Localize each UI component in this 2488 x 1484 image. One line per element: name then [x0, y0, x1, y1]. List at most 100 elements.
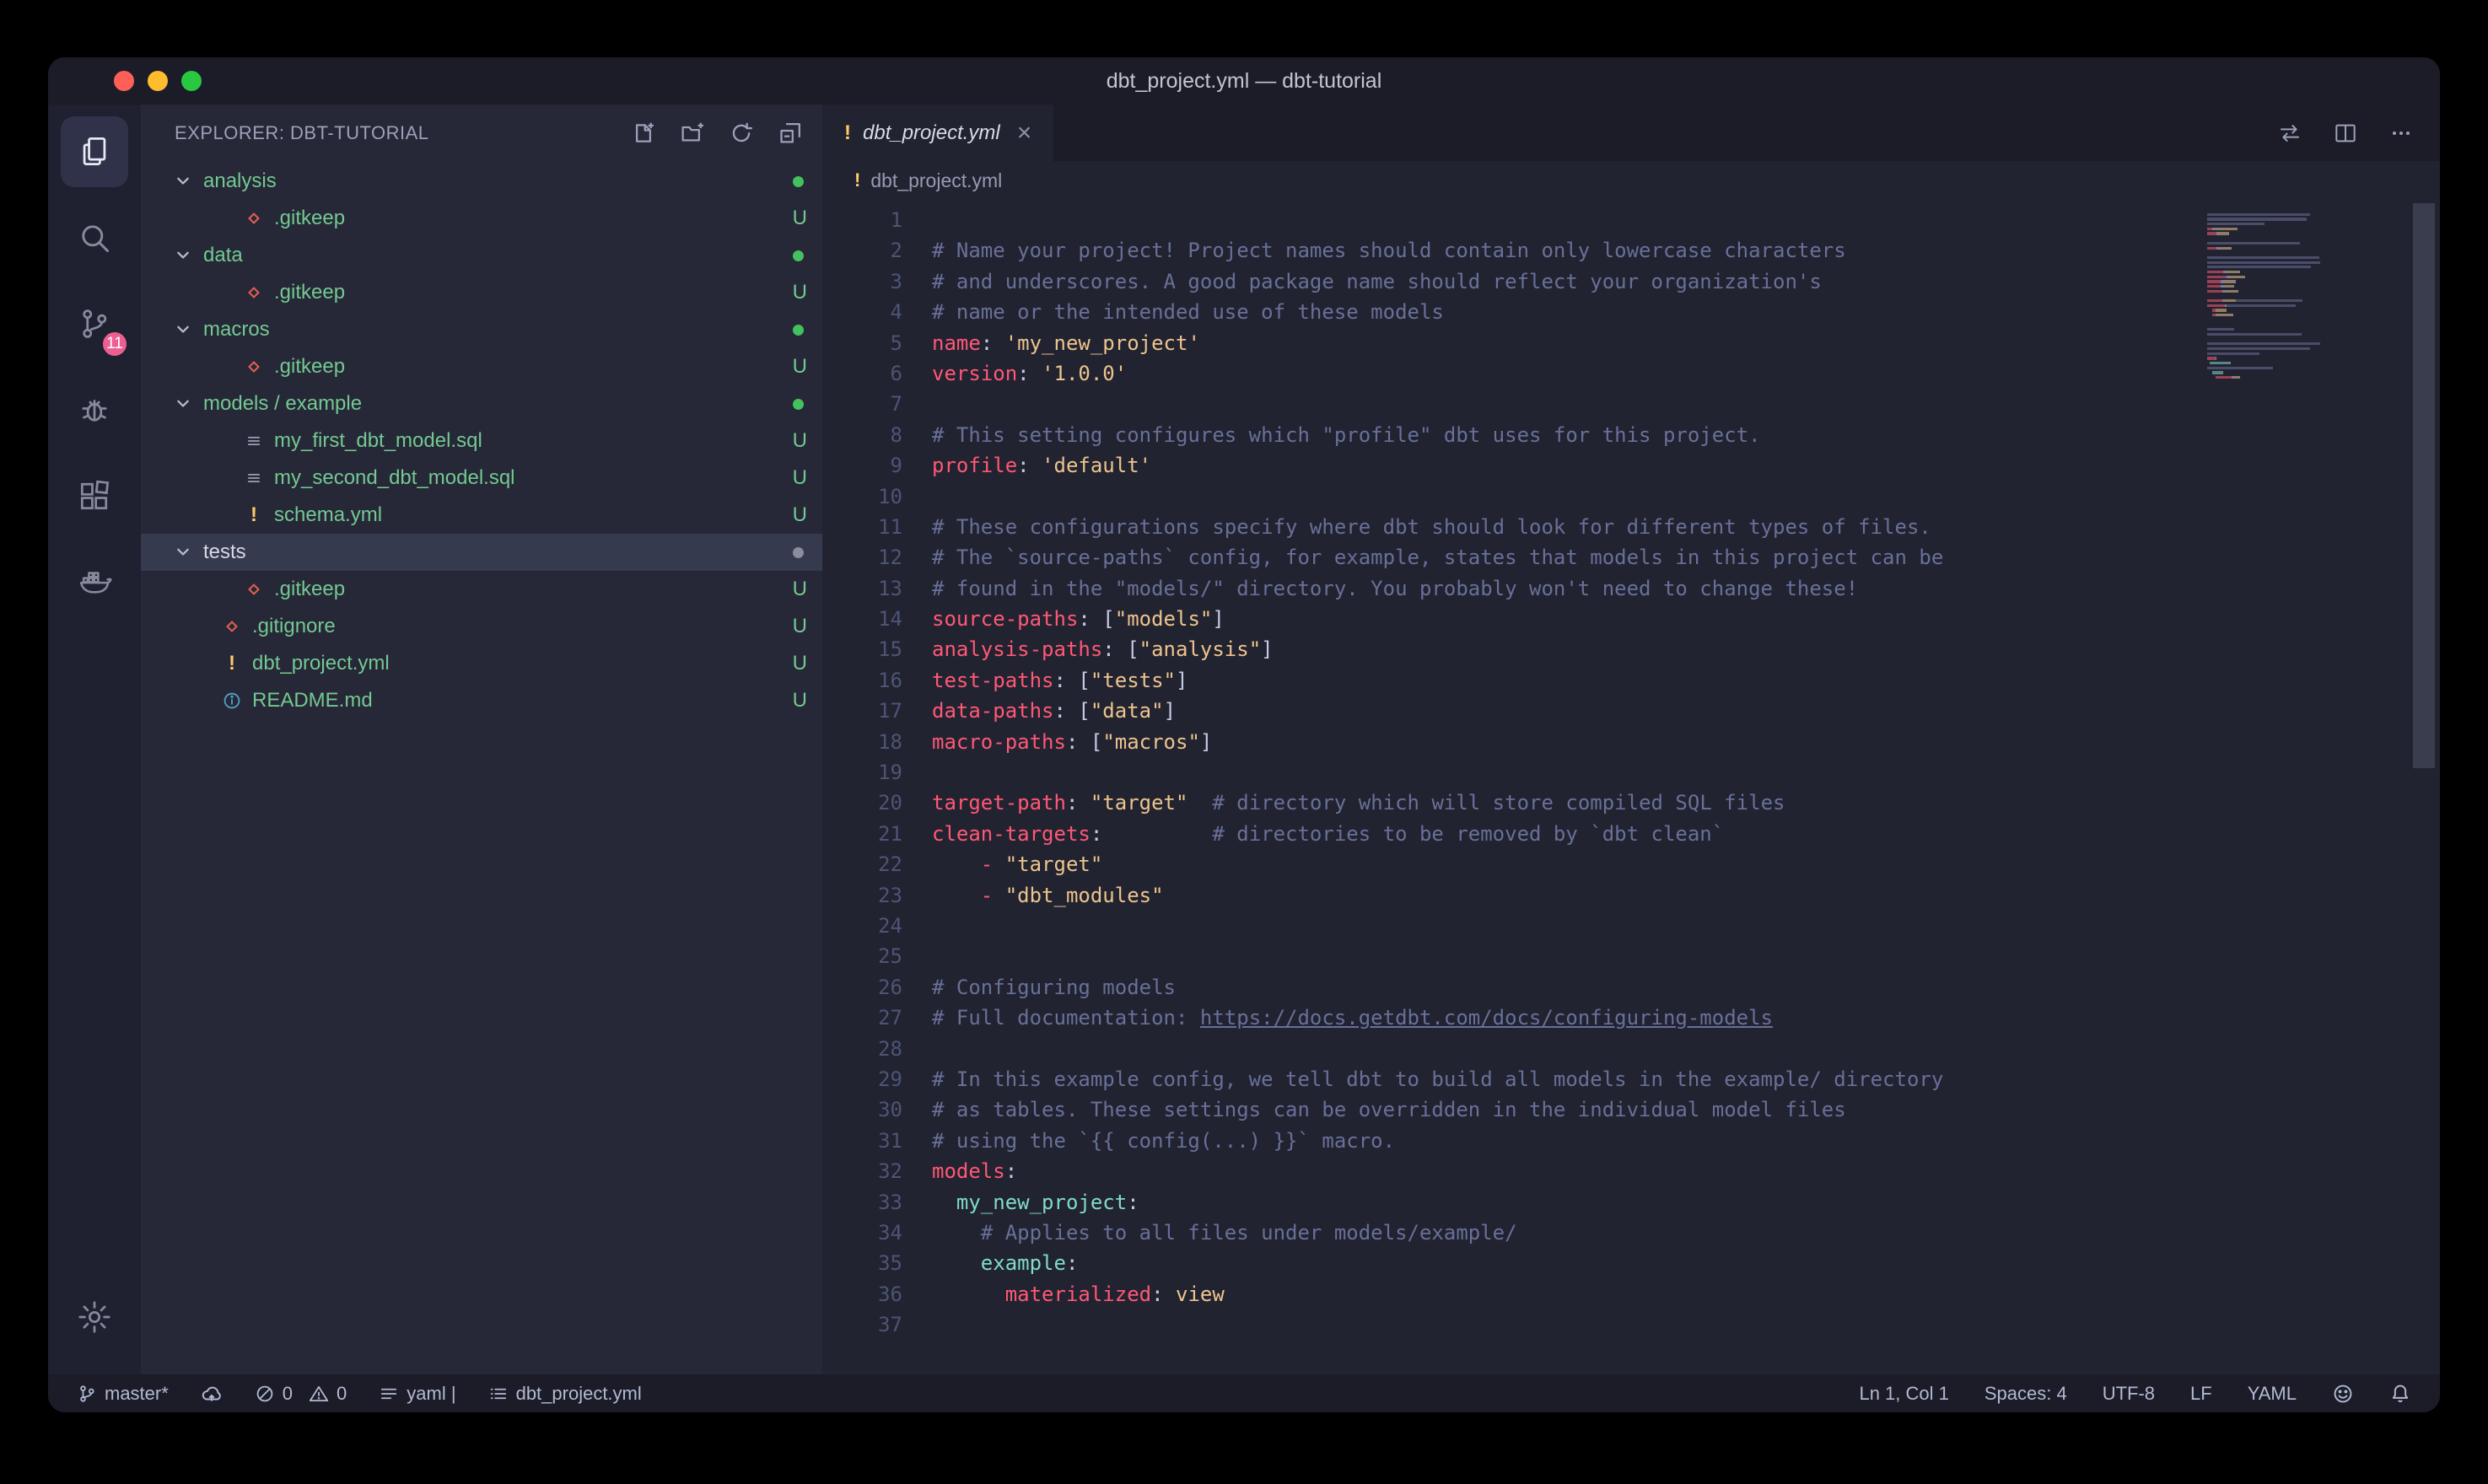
code-text: macro-paths: ["macros"]: [932, 727, 1212, 757]
code-line-25[interactable]: 25: [822, 941, 2440, 971]
git-file-icon: [240, 580, 267, 599]
code-line-19[interactable]: 19: [822, 757, 2440, 788]
line-number: 32: [822, 1156, 902, 1186]
code-line-8[interactable]: 8# This setting configures which "profil…: [822, 420, 2440, 450]
code-line-9[interactable]: 9profile: 'default': [822, 450, 2440, 481]
tree-item-dbt-project-yml[interactable]: !dbt_project.ymlU: [141, 645, 822, 682]
tree-item-gitkeep[interactable]: .gitkeepU: [141, 274, 822, 311]
active-file-status[interactable]: dbt_project.yml: [488, 1383, 642, 1405]
code-line-2[interactable]: 2# Name your project! Project names shou…: [822, 235, 2440, 266]
code-text: # Applies to all files under models/exam…: [932, 1218, 1517, 1248]
code-line-27[interactable]: 27# Full documentation: https://docs.get…: [822, 1003, 2440, 1033]
split-editor-icon[interactable]: [2332, 120, 2359, 147]
code-line-33[interactable]: 33 my_new_project:: [822, 1187, 2440, 1218]
breadcrumb[interactable]: ! dbt_project.yml: [822, 161, 2440, 200]
code-line-34[interactable]: 34 # Applies to all files under models/e…: [822, 1218, 2440, 1248]
code-line-36[interactable]: 36 materialized: view: [822, 1279, 2440, 1309]
tree-item-data[interactable]: data: [141, 237, 822, 274]
code-line-15[interactable]: 15analysis-paths: ["analysis"]: [822, 634, 2440, 664]
tree-item-gitignore[interactable]: .gitignoreU: [141, 608, 822, 645]
tree-item-readme-md[interactable]: README.mdU: [141, 682, 822, 719]
tree-item-gitkeep[interactable]: .gitkeepU: [141, 348, 822, 385]
code-line-23[interactable]: 23 - "dbt_modules": [822, 880, 2440, 911]
sidebar-explorer: EXPLORER: DBT-TUTORIAL analys: [141, 105, 822, 1374]
code-line-30[interactable]: 30# as tables. These settings can be ove…: [822, 1094, 2440, 1125]
extensions-activity-button[interactable]: [61, 460, 128, 531]
code-line-6[interactable]: 6version: '1.0.0': [822, 358, 2440, 389]
code-line-32[interactable]: 32models:: [822, 1156, 2440, 1186]
problems-status[interactable]: 0 0: [255, 1383, 347, 1405]
code-line-1[interactable]: 1: [822, 205, 2440, 235]
new-file-icon[interactable]: [630, 120, 657, 147]
code-line-24[interactable]: 24: [822, 911, 2440, 941]
code-line-5[interactable]: 5name: 'my_new_project': [822, 328, 2440, 358]
editor-scrollbar[interactable]: [2413, 203, 2435, 768]
code-line-20[interactable]: 20target-path: "target" # directory whic…: [822, 788, 2440, 818]
breadcrumb-filename[interactable]: dbt_project.yml: [870, 169, 1002, 192]
tree-item-label: .gitkeep: [274, 281, 345, 304]
code-line-4[interactable]: 4# name or the intended use of these mod…: [822, 297, 2440, 327]
open-changes-icon[interactable]: [2276, 120, 2303, 147]
language-mode[interactable]: YAML: [2248, 1383, 2297, 1405]
code-line-37[interactable]: 37: [822, 1309, 2440, 1340]
line-number: 35: [822, 1248, 902, 1278]
eol-status[interactable]: LF: [2190, 1383, 2212, 1405]
code-line-14[interactable]: 14source-paths: ["models"]: [822, 604, 2440, 634]
tree-item-my-second-dbt-model-sql[interactable]: my_second_dbt_model.sqlU: [141, 460, 822, 497]
tree-item-tests[interactable]: tests: [141, 534, 822, 571]
code-line-31[interactable]: 31# using the `{{ config(...) }}` macro.: [822, 1126, 2440, 1156]
indentation-status[interactable]: Spaces: 4: [1984, 1383, 2067, 1405]
code-line-28[interactable]: 28: [822, 1034, 2440, 1064]
code-line-22[interactable]: 22 - "target": [822, 849, 2440, 879]
code-line-29[interactable]: 29# In this example config, we tell dbt …: [822, 1064, 2440, 1094]
code-line-3[interactable]: 3# and underscores. A good package name …: [822, 266, 2440, 297]
tree-item-gitkeep[interactable]: .gitkeepU: [141, 200, 822, 237]
code-line-10[interactable]: 10: [822, 481, 2440, 512]
code-line-12[interactable]: 12# The `source-paths` config, for examp…: [822, 542, 2440, 573]
cursor-position[interactable]: Ln 1, Col 1: [1859, 1383, 1948, 1405]
git-branch-status[interactable]: master*: [77, 1383, 169, 1405]
code-line-7[interactable]: 7: [822, 389, 2440, 419]
close-tab-icon[interactable]: ×: [1012, 121, 1032, 146]
tree-item-gitkeep[interactable]: .gitkeepU: [141, 571, 822, 608]
tree-item-models-example[interactable]: models / example: [141, 385, 822, 422]
code-line-16[interactable]: 16test-paths: ["tests"]: [822, 665, 2440, 696]
zoom-window-button[interactable]: [181, 71, 202, 91]
docker-activity-button[interactable]: [61, 546, 128, 617]
line-number: 31: [822, 1126, 902, 1156]
debug-activity-button[interactable]: [61, 374, 128, 445]
yaml-language-status[interactable]: yaml |: [379, 1383, 455, 1405]
new-folder-icon[interactable]: [679, 120, 706, 147]
close-window-button[interactable]: [114, 71, 134, 91]
tree-item-my-first-dbt-model-sql[interactable]: my_first_dbt_model.sqlU: [141, 422, 822, 460]
code-line-11[interactable]: 11# These configurations specify where d…: [822, 512, 2440, 542]
refresh-icon[interactable]: [728, 120, 755, 147]
explorer-activity-button[interactable]: [61, 116, 128, 187]
line-number: 22: [822, 849, 902, 879]
minimize-window-button[interactable]: [148, 71, 168, 91]
notifications-bell-icon[interactable]: [2389, 1383, 2411, 1405]
tree-item-analysis[interactable]: analysis: [141, 163, 822, 200]
tab-dbt-project-yml[interactable]: ! dbt_project.yml ×: [822, 105, 1053, 161]
minimap[interactable]: [2207, 208, 2401, 385]
publish-changes-status[interactable]: [201, 1383, 223, 1405]
code-line-35[interactable]: 35 example:: [822, 1248, 2440, 1278]
collapse-all-icon[interactable]: [777, 120, 804, 147]
tree-item-schema-yml[interactable]: !schema.ymlU: [141, 497, 822, 534]
tree-item-label: my_second_dbt_model.sql: [274, 466, 515, 490]
more-actions-icon[interactable]: [2388, 120, 2415, 147]
encoding-status[interactable]: UTF-8: [2103, 1383, 2155, 1405]
line-number: 7: [822, 389, 902, 419]
code-line-17[interactable]: 17data-paths: ["data"]: [822, 696, 2440, 726]
feedback-smiley-icon[interactable]: [2332, 1383, 2354, 1405]
code-line-26[interactable]: 26# Configuring models: [822, 972, 2440, 1003]
settings-activity-button[interactable]: [61, 1282, 128, 1352]
code-line-21[interactable]: 21clean-targets: # directories to be rem…: [822, 819, 2440, 849]
code-line-13[interactable]: 13# found in the "models/" directory. Yo…: [822, 573, 2440, 604]
tree-item-macros[interactable]: macros: [141, 311, 822, 348]
code-text: test-paths: ["tests"]: [932, 665, 1187, 696]
code-editor[interactable]: 12# Name your project! Project names sho…: [822, 200, 2440, 1374]
source-control-activity-button[interactable]: 11: [61, 288, 128, 359]
search-activity-button[interactable]: [61, 202, 128, 273]
code-line-18[interactable]: 18macro-paths: ["macros"]: [822, 727, 2440, 757]
